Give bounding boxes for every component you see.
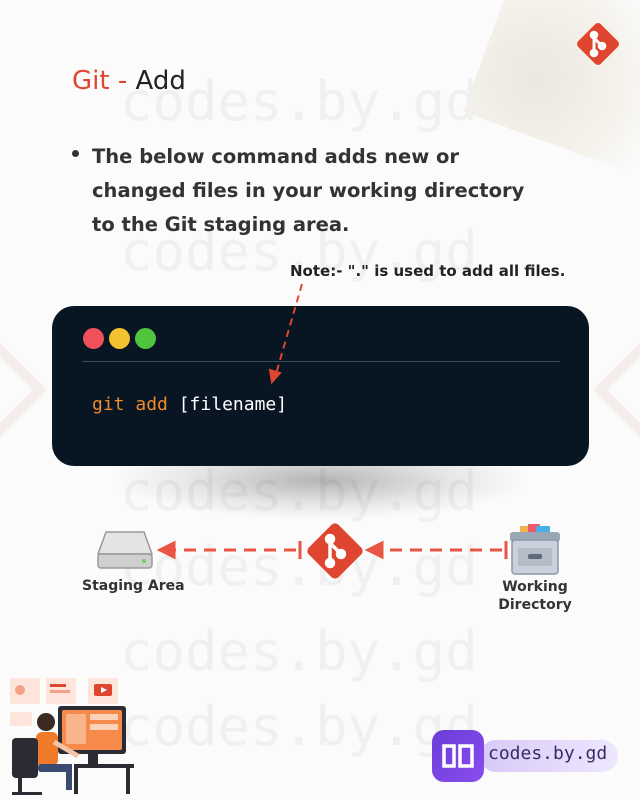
staging-area-label: Staging Area [82,578,185,594]
developer-illustration [10,678,134,795]
working-directory-label: Working Directory [490,578,580,614]
working-label-line2: Directory [498,597,572,613]
flow-arrow-from-working [364,540,508,560]
git-logo-icon [307,523,363,579]
brand-logo-glyph [442,744,474,768]
hard-drive-icon [96,531,154,569]
working-label-line1: Working [502,579,568,595]
flow-arrow-to-staging [156,540,302,560]
brand-badge: codes.by.gd [432,730,618,782]
file-cabinet-icon [510,524,560,575]
brand-name: codes.by.gd [488,743,608,764]
slide: codes.by.gd codes.by.gd codes.by.gd code… [0,0,640,800]
brand-logo-icon [432,730,484,782]
note-pointer-arrow [268,283,303,385]
